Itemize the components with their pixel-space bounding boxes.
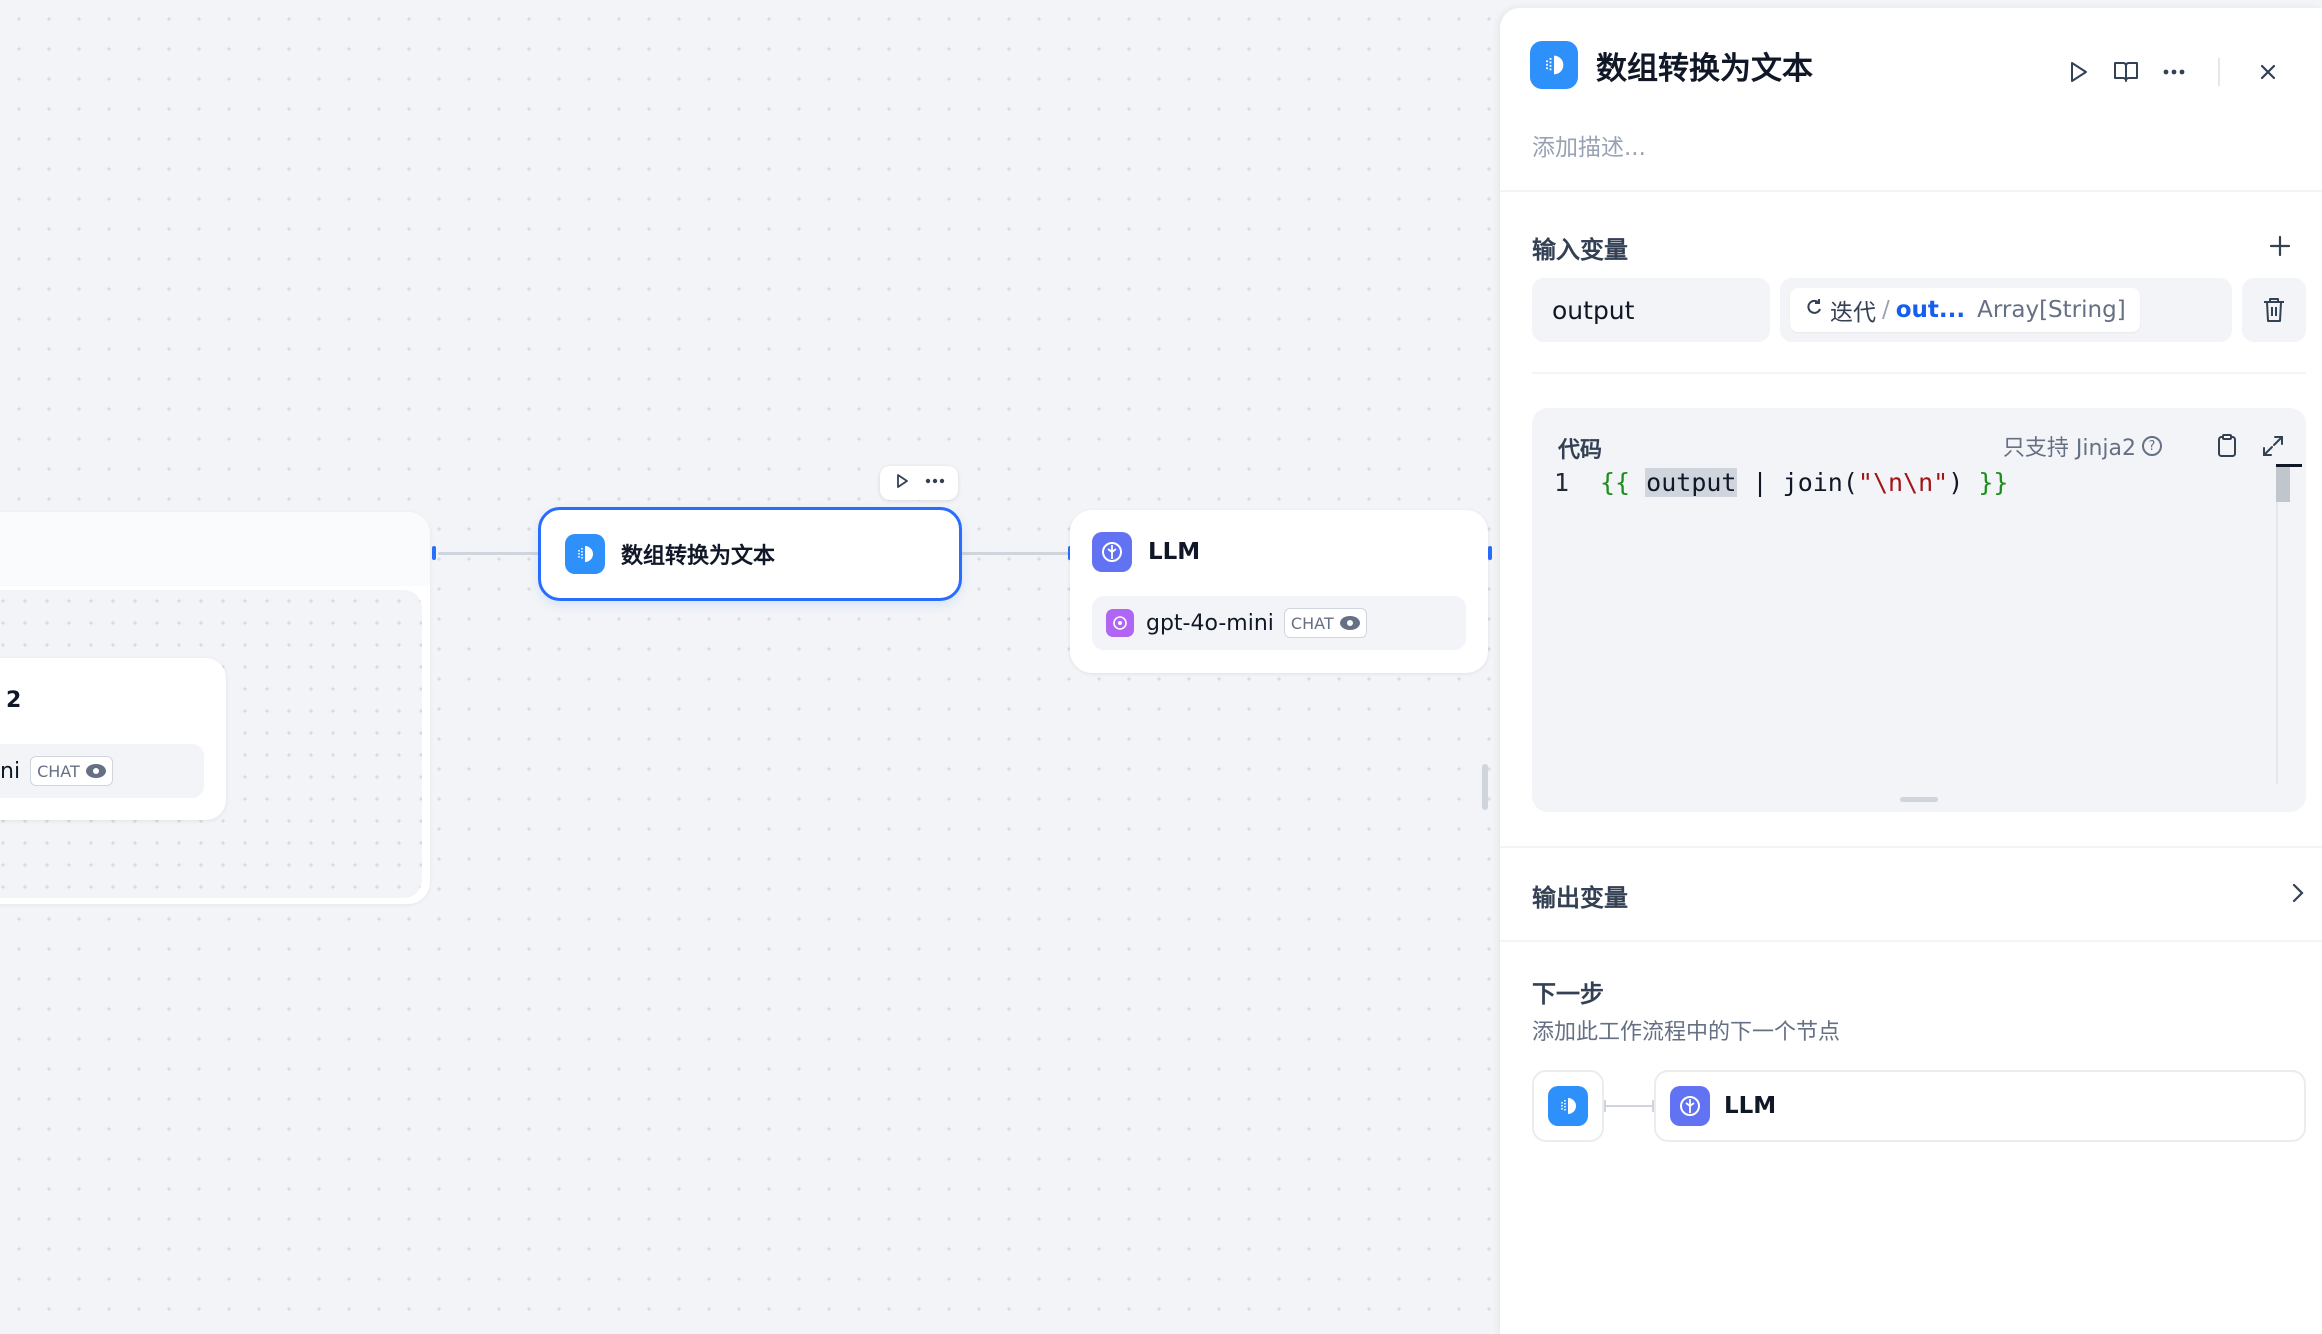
source-node-name: 迭代 [1830,300,1876,326]
more-icon[interactable] [2150,52,2198,92]
code-editor-resize-grip[interactable] [1900,797,1938,802]
panel-title[interactable]: 数组转换为文本 [1596,43,1813,88]
variable-type: Array[String] [1977,297,2126,323]
node-toolbar [880,466,958,500]
inner-llm-node[interactable]: 2 ni CHAT [0,658,226,820]
template-transform-icon [1548,1086,1588,1126]
eye-icon [85,764,106,778]
inner-llm-model-name: ni [0,758,21,784]
chat-badge: CHAT [1283,608,1367,638]
llm-icon [1092,532,1132,572]
template-transform-icon [565,534,605,574]
path-separator: / [1882,297,1890,323]
more-icon[interactable] [924,472,946,495]
node-label: LLM [1148,539,1201,565]
iteration-node-header [0,512,430,586]
workflow-canvas[interactable]: 2 ni CHAT 数组转换为文本 LLM gpt-4o-mini CHAT [0,0,1500,1334]
variable-name-input[interactable]: output [1532,278,1770,342]
panel-resize-handle[interactable] [1482,764,1488,810]
code-token: }} [1978,468,2009,497]
variable-reference-picker[interactable]: 迭代 / out... Array[String] [1780,278,2232,342]
inner-llm-model-row: ni CHAT [0,744,204,798]
panel-actions [2054,52,2292,92]
llm-model-row: gpt-4o-mini CHAT [1092,596,1466,650]
iteration-icon [1804,297,1824,323]
llm-model-name: gpt-4o-mini [1146,610,1274,636]
code-toolbar: 只支持 Jinja2 ? [2003,430,2288,462]
output-vars-label: 输出变量 [1532,884,1628,912]
close-icon[interactable] [2244,52,2292,92]
run-button[interactable] [2054,52,2102,92]
next-step-source-node [1532,1070,1604,1142]
openai-icon [1106,609,1134,637]
delete-variable-button[interactable] [2242,278,2306,342]
copy-icon[interactable] [2212,431,2242,461]
description-input[interactable]: 添加描述... [1532,128,1646,162]
edge-iteration-to-transform[interactable] [438,552,540,555]
next-step-target-node[interactable]: LLM [1654,1070,2306,1142]
code-token-string: "\n\n" [1857,468,1949,497]
llm-icon [1670,1086,1710,1126]
chevron-right-icon [2290,881,2306,911]
output-port[interactable] [432,546,436,560]
chat-badge-label: CHAT [1290,613,1334,633]
code-token-variable: output [1645,468,1738,497]
jinja-hint: 只支持 Jinja2 [2002,436,2136,461]
divider [2218,58,2220,86]
divider [1500,940,2322,942]
scrollbar-thumb[interactable] [2276,464,2290,502]
expand-icon[interactable] [2258,431,2288,461]
next-step-connector [1604,1100,1654,1112]
play-icon[interactable] [893,472,911,495]
llm-node-header: LLM [1092,532,1200,572]
output-vars-row[interactable]: 输出变量 [1532,878,2306,913]
variable-reference-chip: 迭代 / out... Array[String] [1790,288,2140,332]
next-step-subtitle: 添加此工作流程中的下一个节点 [1532,1020,1841,1045]
divider [1500,190,2322,192]
scrollbar-cursor-marker [2276,464,2302,467]
code-line[interactable]: 1 {{ output | join( "\n\n" ) }} [1554,468,2008,497]
source-variable-name: out... [1895,297,1966,323]
inner-llm-title: 2 [6,688,22,713]
template-transform-node[interactable]: 数组转换为文本 [538,507,962,601]
code-label: 代码 [1558,438,1603,463]
input-vars-label: 输入变量 [1532,236,1628,264]
next-step-title: 下一步 [1532,980,1604,1008]
code-token: ) [1948,468,1964,497]
code-scrollbar[interactable] [2276,464,2302,784]
line-number: 1 [1554,468,1570,497]
llm-node[interactable]: LLM gpt-4o-mini CHAT [1070,510,1488,673]
node-label: 数组转换为文本 [621,544,776,569]
add-variable-button[interactable] [2268,230,2292,264]
next-step-target-label: LLM [1724,1093,1777,1119]
template-transform-icon [1530,41,1578,89]
code-editor[interactable]: 代码 只支持 Jinja2 ? 1 {{ output | join( "\n\… [1532,408,2306,812]
divider [1500,846,2322,848]
chat-badge: CHAT [30,756,113,786]
node-config-panel: 数组转换为文本 添加描述... 输入变量 output 迭代 / out... [1500,8,2322,1334]
trash-icon [2264,298,2284,322]
panel-header: 数组转换为文本 [1530,41,1813,89]
code-token: {{ [1600,468,1631,497]
eye-icon [1339,616,1360,630]
code-token: | join( [1737,468,1858,497]
help-icon[interactable]: ? [2142,436,2162,456]
output-port[interactable] [1488,546,1492,560]
edge-transform-to-llm[interactable] [962,552,1072,555]
divider [1532,372,2306,374]
book-icon[interactable] [2102,52,2150,92]
chat-badge-label: CHAT [37,761,80,781]
